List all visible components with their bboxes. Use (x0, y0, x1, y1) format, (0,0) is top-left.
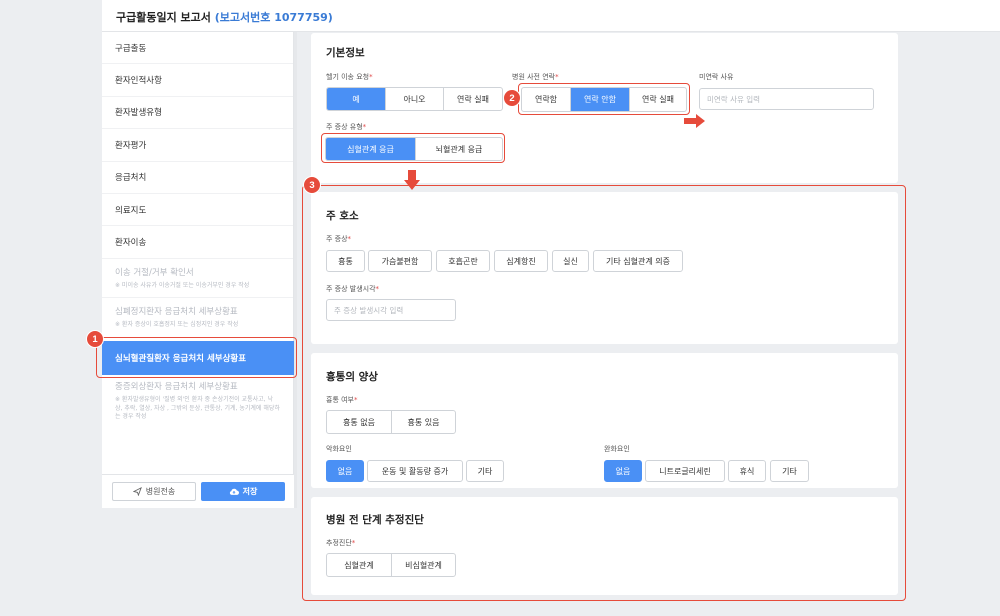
report-title: 구급활동일지 보고서 (보고서번호 1077759) (116, 9, 333, 25)
sidebar-item-transport[interactable]: 환자이송 (102, 226, 293, 259)
sidebar: 구급출동 환자인적사항 환자발생유형 환자평가 응급처치 의료지도 환자이송 이… (102, 32, 294, 508)
annotation-box-main-type (321, 133, 505, 163)
basic-info-heading: 기본정보 (326, 47, 365, 59)
heli-yes-option[interactable]: 예 (327, 88, 386, 110)
report-number: (보고서번호 1077759) (214, 11, 333, 24)
sidebar-item-cardiac-arrest-note: ※ 환자 증상이 호흡정지 또는 심정지인 경우 작성 (115, 321, 239, 329)
sidebar-item-occurrence-type[interactable]: 환자발생유형 (102, 97, 293, 130)
heli-fail-option[interactable]: 연락 실패 (444, 88, 502, 110)
heli-request-options: 예 아니오 연락 실패 (326, 87, 503, 111)
sidebar-item-medical-direction[interactable]: 의료지도 (102, 194, 293, 227)
hospital-transfer-label: 병원전송 (145, 487, 176, 496)
hospital-contact-label: 병원 사전 연락* (512, 73, 559, 81)
top-bar: 구급활동일지 보고서 (보고서번호 1077759) (102, 0, 1000, 32)
sidebar-item-cardiac-arrest-title: 심폐정지환자 응급처치 세부상황표 (115, 307, 238, 318)
send-icon (132, 487, 142, 496)
no-contact-reason-input[interactable]: 미연락 사유 입력 (699, 88, 874, 110)
no-contact-reason-placeholder: 미연락 사유 입력 (707, 94, 761, 104)
sidebar-item-dispatch[interactable]: 구급출동 (102, 32, 293, 65)
annotation-badge-2: 2 (503, 89, 521, 107)
arrow-icon (684, 114, 705, 128)
sidebar-item-cardiac-arrest: 심폐정지환자 응급처치 세부상황표 ※ 환자 증상이 호흡정지 또는 심정지인 … (102, 298, 293, 339)
annotation-badge-1: 1 (86, 330, 104, 348)
save-button[interactable]: 저장 (201, 482, 285, 501)
sidebar-item-severe-trauma: 중증외상환자 응급처치 세부상황표 ※ 환자발생유형이 '질병 외'인 환자 중… (102, 373, 293, 429)
sidebar-item-assessment[interactable]: 환자평가 (102, 129, 293, 162)
sidebar-item-refusal: 이송 거절/거부 확인서 ※ 미이송 사유가 이송거절 또는 이송거부인 경우 … (102, 259, 293, 299)
annotation-box-1 (96, 337, 297, 378)
save-label: 저장 (242, 487, 258, 496)
sidebar-item-severe-trauma-note: ※ 환자발생유형이 '질병 외'인 환자 중 손상기전이 교통사고, 낙상, 추… (115, 396, 280, 421)
sidebar-item-refusal-note: ※ 미이송 사유가 이송거절 또는 이송거부인 경우 작성 (115, 281, 250, 289)
heli-request-label: 헬기 이송 요청* (326, 73, 373, 81)
hospital-transfer-button[interactable]: 병원전송 (112, 482, 196, 501)
annotation-box-3 (302, 185, 906, 601)
sidebar-item-refusal-title: 이송 거절/거부 확인서 (115, 267, 194, 278)
sidebar-footer: 병원전송 저장 (102, 474, 294, 508)
sidebar-item-patient-info[interactable]: 환자인적사항 (102, 64, 293, 97)
annotation-badge-3: 3 (303, 176, 321, 194)
main-symptom-type-label: 주 증상 유형* (326, 123, 367, 131)
no-contact-reason-label: 미연락 사유 (699, 73, 734, 81)
sidebar-item-first-aid[interactable]: 응급처치 (102, 162, 293, 194)
sidebar-scrollbar[interactable] (294, 32, 297, 508)
heli-no-option[interactable]: 아니오 (386, 88, 444, 110)
sidebar-item-severe-trauma-title: 중증외상환자 응급처치 세부상황표 (115, 382, 238, 393)
annotation-box-2 (518, 83, 690, 115)
cloud-upload-icon (229, 488, 239, 495)
report-title-text: 구급활동일지 보고서 (116, 11, 211, 24)
